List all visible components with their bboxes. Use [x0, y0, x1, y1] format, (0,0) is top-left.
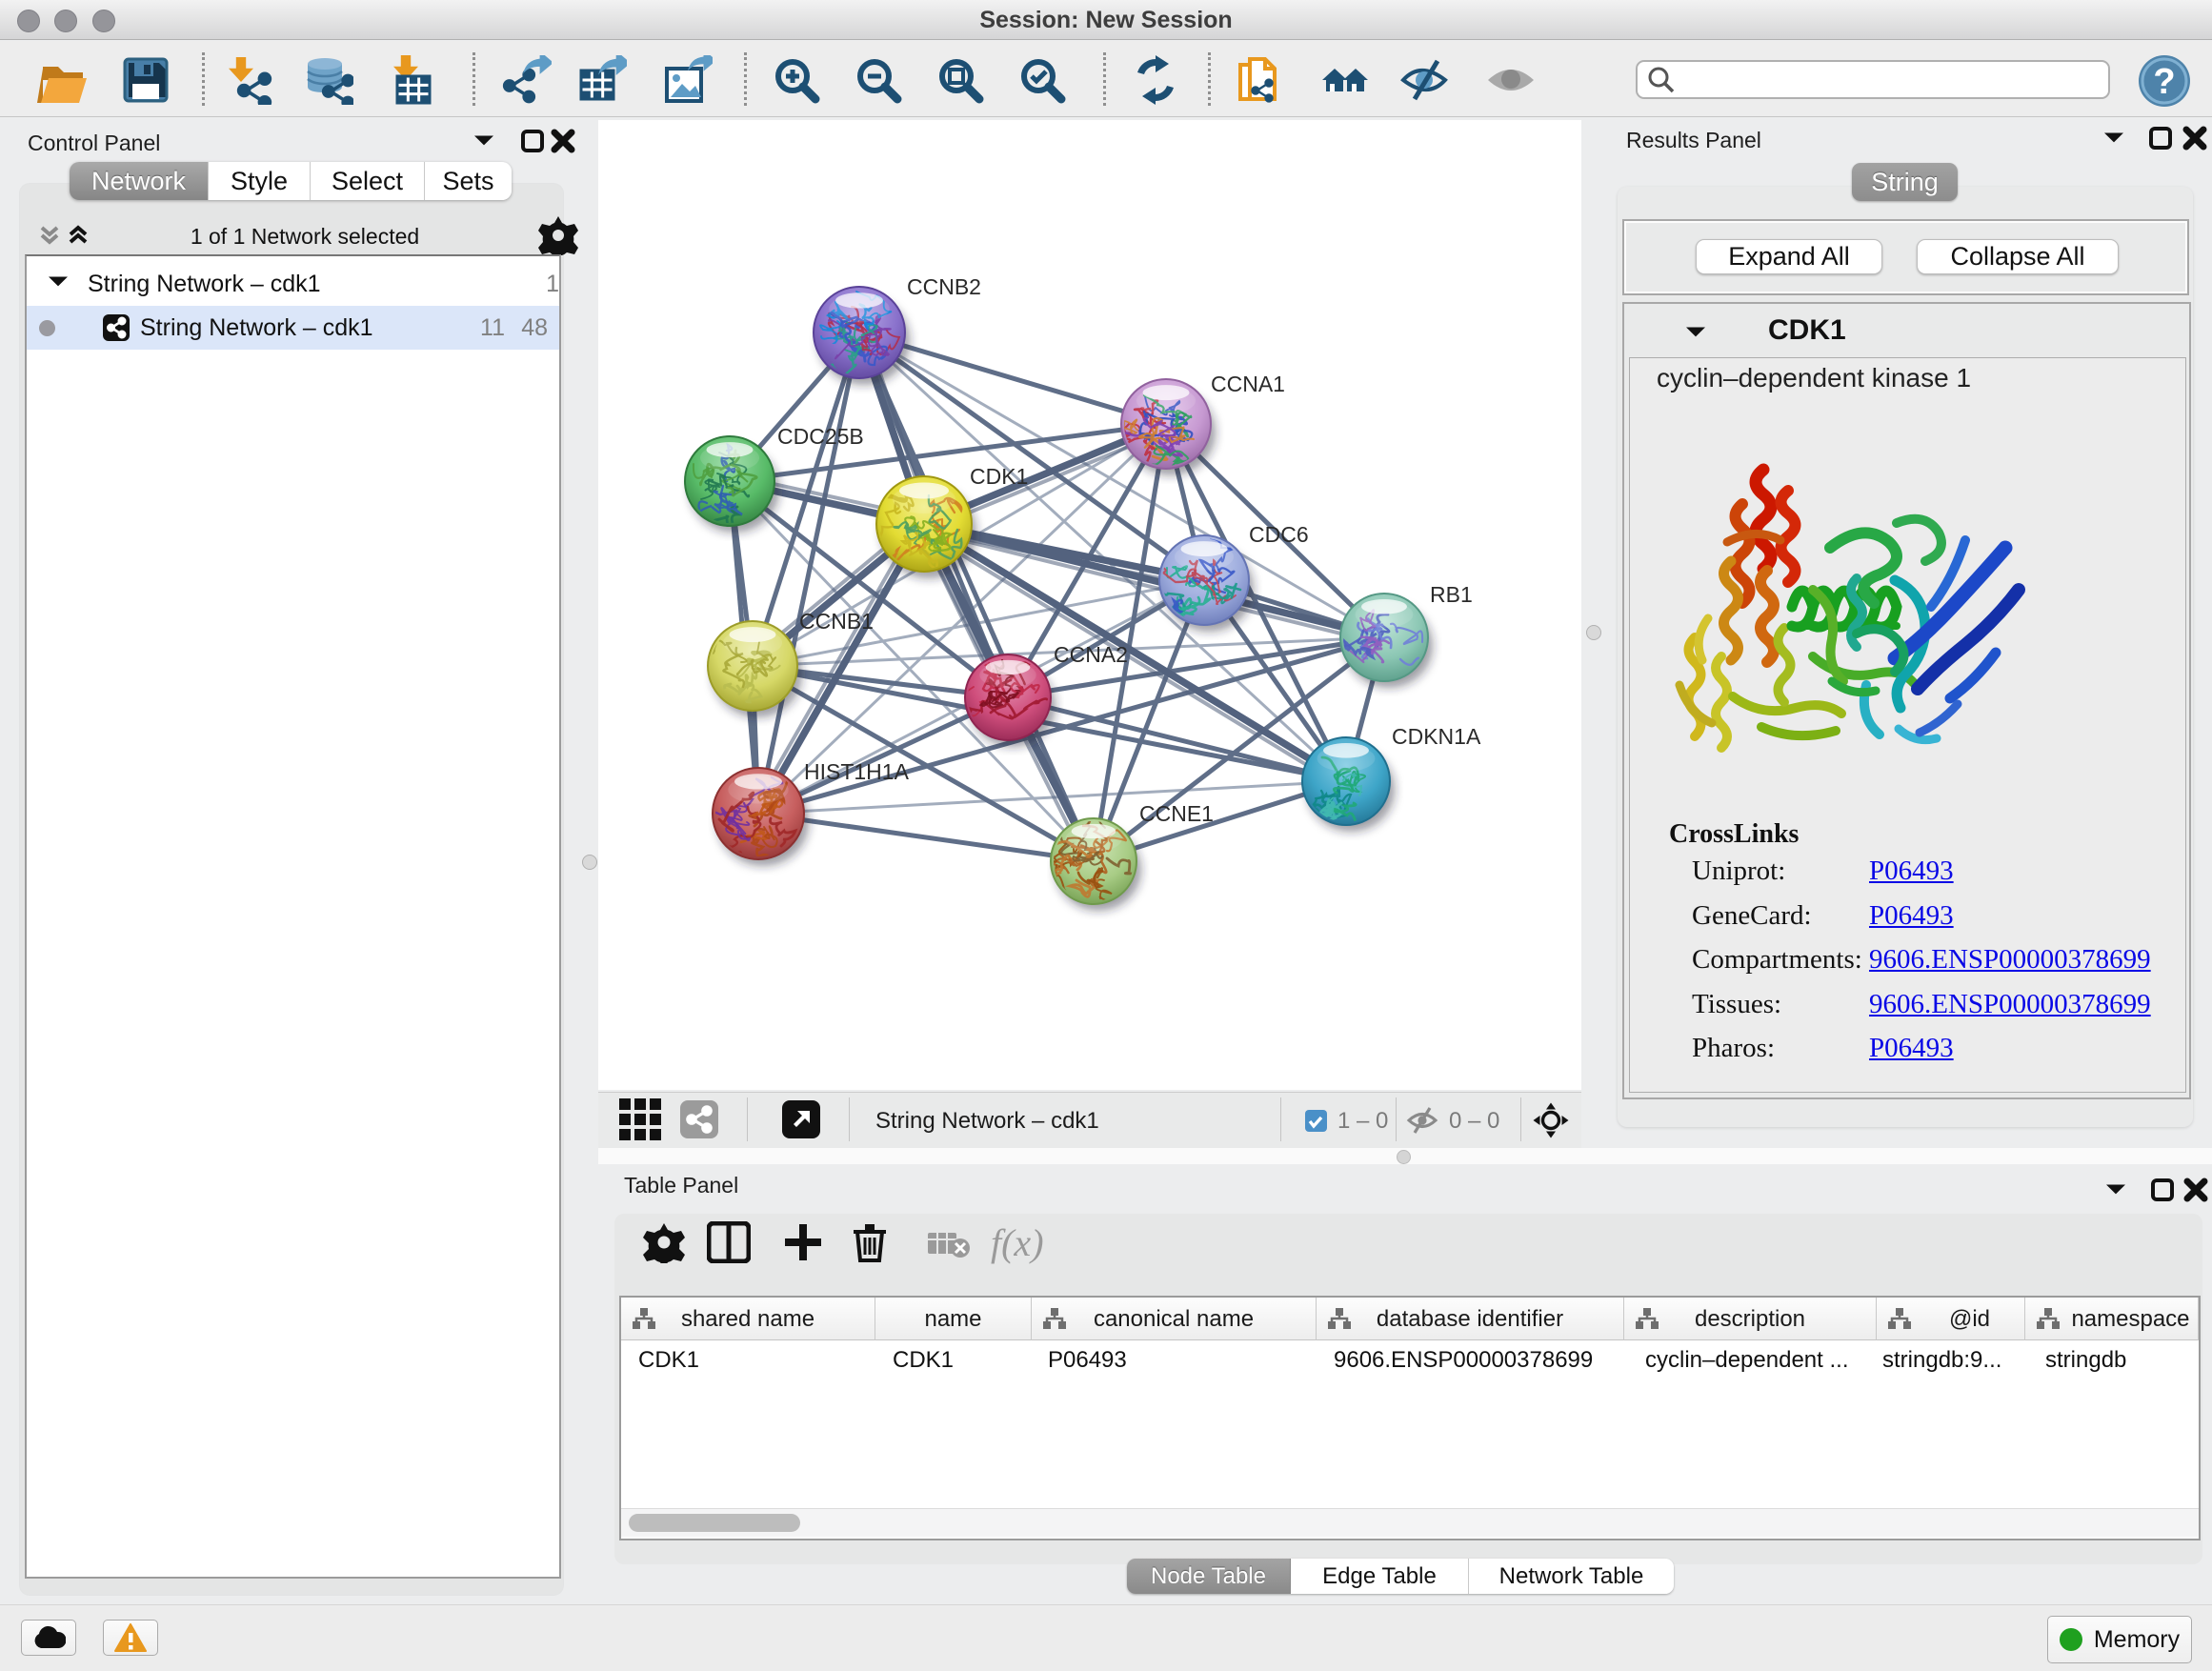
svg-text:CCNE1: CCNE1 [1139, 801, 1214, 826]
svg-text:RB1: RB1 [1430, 582, 1473, 607]
svg-text:CCNA1: CCNA1 [1211, 372, 1285, 396]
svg-text:CDC6: CDC6 [1249, 522, 1309, 547]
svg-text:CDK1: CDK1 [970, 464, 1028, 489]
svg-text:CDKN1A: CDKN1A [1392, 724, 1481, 749]
svg-text:HIST1H1A: HIST1H1A [804, 759, 910, 784]
svg-text:CCNA2: CCNA2 [1054, 642, 1128, 667]
svg-text:CCNB1: CCNB1 [799, 609, 874, 634]
svg-text:CDC25B: CDC25B [777, 424, 864, 449]
svg-text:CCNB2: CCNB2 [907, 274, 981, 299]
svg-text:?: ? [2153, 62, 2175, 102]
